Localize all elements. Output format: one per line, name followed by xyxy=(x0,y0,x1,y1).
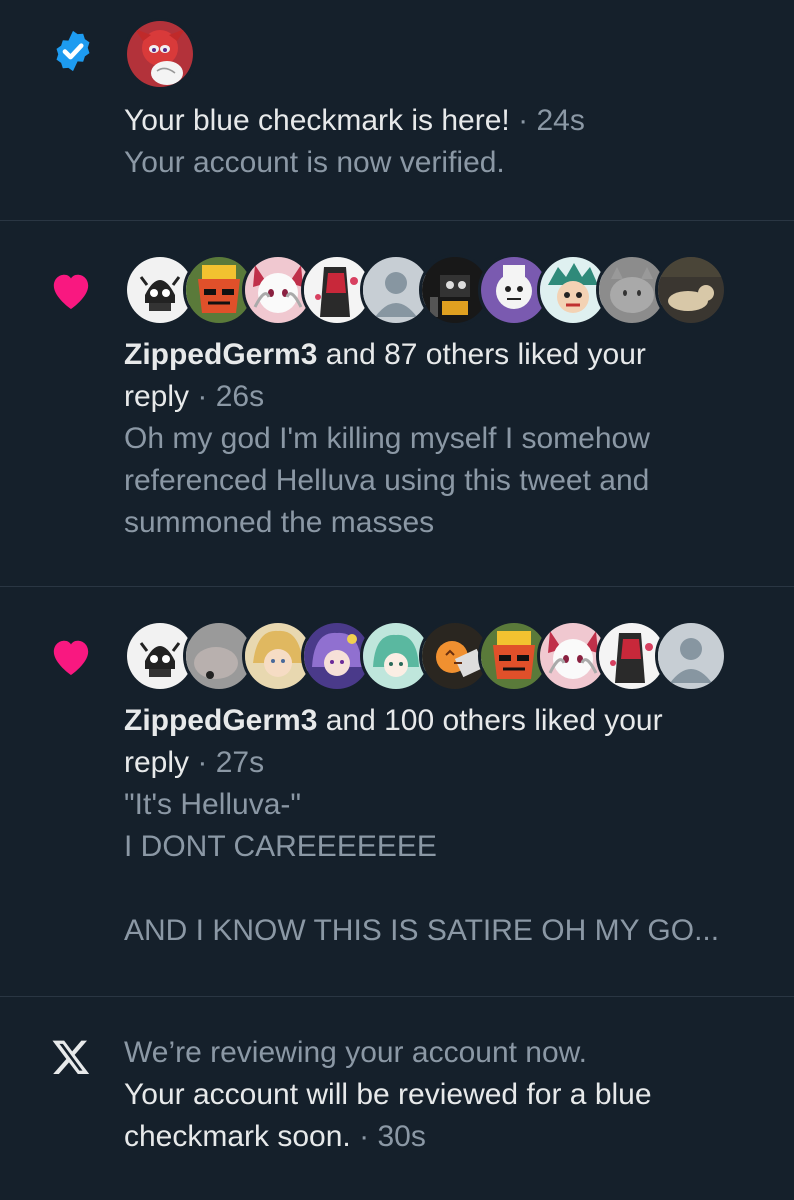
verified-title-text: Your blue checkmark is here! xyxy=(124,104,510,137)
liked-reply-text: Oh my god I'm killing myself I somehow r… xyxy=(124,418,754,544)
like-action-text: and 100 others liked your xyxy=(317,704,663,737)
like-title: ZippedGerm3 and 100 others liked your xyxy=(124,700,754,742)
timestamp: 27s xyxy=(215,746,265,779)
reply-line: summoned the masses xyxy=(124,506,435,539)
verified-title: Your blue checkmark is here! · 24s xyxy=(124,100,754,142)
system-body-line2: checkmark soon. · 30s xyxy=(124,1116,754,1158)
separator-dot: · xyxy=(197,380,208,413)
like-title-line2: reply · 27s xyxy=(124,742,754,784)
heart-icon xyxy=(48,269,94,316)
notification-like[interactable]: ZippedGerm3 and 87 others liked your rep… xyxy=(0,221,794,587)
system-body-line1: Your account will be reviewed for a blue xyxy=(124,1078,652,1111)
like-title-line2: reply · 26s xyxy=(124,376,754,418)
timestamp: 30s xyxy=(377,1120,426,1153)
timestamp: 26s xyxy=(215,380,265,413)
notification-system[interactable]: We’re reviewing your account now. Your a… xyxy=(0,997,794,1200)
reply-line: Oh my god I'm killing myself I somehow xyxy=(124,422,650,455)
liker-username[interactable]: ZippedGerm3 xyxy=(124,704,317,737)
separator-dot: · xyxy=(518,104,529,137)
liker-avatars xyxy=(124,620,754,692)
system-title: We’re reviewing your account now. xyxy=(124,1036,588,1069)
like-action-text-2: reply xyxy=(124,380,190,413)
reply-line: I DONT CAREEEEEEE xyxy=(124,830,437,863)
avatar-knuckles[interactable] xyxy=(124,18,196,90)
verified-badge-icon xyxy=(50,28,96,79)
verified-body: Your account is now verified. xyxy=(124,146,505,179)
notification-verified[interactable]: Your blue checkmark is here! · 24s Your … xyxy=(0,0,794,221)
avatar-dog[interactable] xyxy=(655,254,727,326)
like-title: ZippedGerm3 and 87 others liked your xyxy=(124,334,754,376)
separator-dot: · xyxy=(359,1120,370,1153)
avatar-default[interactable] xyxy=(655,620,727,692)
liker-avatars xyxy=(124,254,754,326)
system-body-text: checkmark soon. xyxy=(124,1120,351,1153)
reply-line: "It's Helluva-" xyxy=(124,788,302,821)
timestamp: 24s xyxy=(536,104,585,137)
reply-line-blank xyxy=(124,868,754,910)
liked-reply-text: "It's Helluva-" I DONT CAREEEEEEE AND I … xyxy=(124,784,754,952)
reply-line: referenced Helluva using this tweet and xyxy=(124,464,650,497)
notification-like[interactable]: ZippedGerm3 and 100 others liked your re… xyxy=(0,587,794,997)
like-action-text-2: reply xyxy=(124,746,190,779)
separator-dot: · xyxy=(197,746,208,779)
x-logo-icon xyxy=(50,1037,92,1082)
like-action-text: and 87 others liked your xyxy=(317,338,646,371)
reply-line: AND I KNOW THIS IS SATIRE OH MY GO... xyxy=(124,914,720,947)
heart-icon xyxy=(48,635,94,682)
liker-username[interactable]: ZippedGerm3 xyxy=(124,338,317,371)
